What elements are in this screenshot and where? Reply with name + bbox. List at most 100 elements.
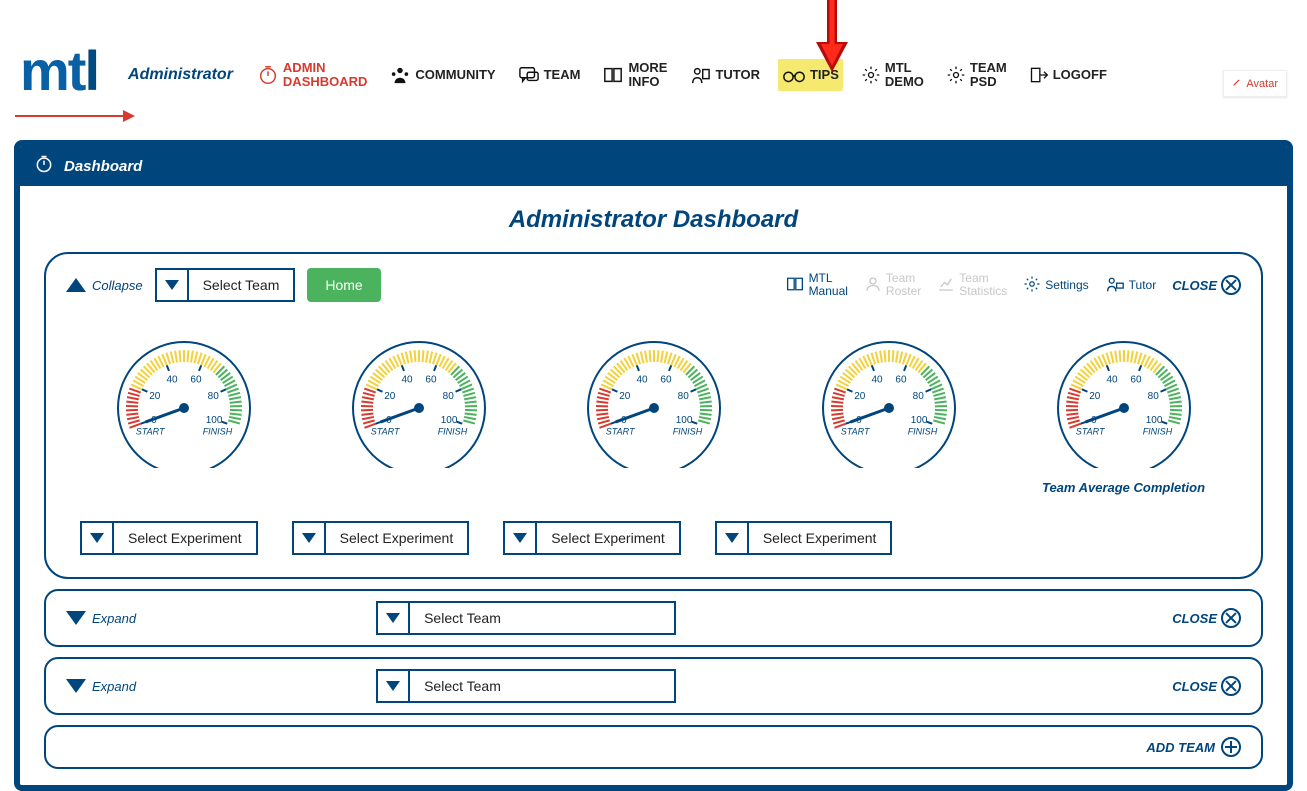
nav: ADMINDASHBOARD COMMUNITY TEAM MOREINFO T… xyxy=(253,55,1287,96)
select-experiment-dropdown[interactable]: Select Experiment xyxy=(715,521,893,555)
chevron-down-icon xyxy=(302,533,316,543)
svg-text:START: START xyxy=(370,427,400,437)
svg-text:40: 40 xyxy=(636,374,648,385)
logoff-icon xyxy=(1029,65,1049,85)
add-team-button[interactable]: ADD TEAM xyxy=(1146,737,1241,757)
svg-text:100: 100 xyxy=(1145,415,1162,426)
tool-team-statistics: TeamStatistics xyxy=(937,272,1007,297)
svg-text:60: 60 xyxy=(660,374,672,385)
select-experiment-label: Select Experiment xyxy=(114,523,256,553)
stopwatch-icon xyxy=(34,154,54,178)
page-title: Administrator Dashboard xyxy=(44,206,1263,234)
avatar-button[interactable]: Avatar xyxy=(1223,70,1287,97)
svg-text:100: 100 xyxy=(675,415,692,426)
select-team-label: Select Team xyxy=(410,603,674,633)
glasses-icon xyxy=(782,65,806,85)
svg-text:START: START xyxy=(1075,427,1105,437)
add-team-panel: ADD TEAM xyxy=(44,725,1263,769)
expand-toggle[interactable]: Expand xyxy=(66,611,136,626)
nav-admin-dashboard[interactable]: ADMINDASHBOARD xyxy=(253,55,372,96)
close-icon xyxy=(1221,275,1241,295)
gauge-caption: Team Average Completion xyxy=(1042,480,1205,495)
chevron-down-icon xyxy=(165,280,179,290)
select-team-dropdown[interactable]: Select Team xyxy=(376,669,676,703)
expand-toggle[interactable]: Expand xyxy=(66,679,136,694)
logo-arrow-icon xyxy=(15,108,135,124)
nav-community[interactable]: COMMUNITY xyxy=(385,59,499,91)
gauge: 020406080100STARTFINISH xyxy=(324,328,514,495)
stopwatch-icon xyxy=(257,64,279,86)
gauge: 020406080100STARTFINISHTeam Average Comp… xyxy=(1029,328,1219,495)
chevron-down-icon xyxy=(725,533,739,543)
gauge: 020406080100STARTFINISH xyxy=(794,328,984,495)
svg-text:60: 60 xyxy=(425,374,437,385)
nav-tutor[interactable]: TUTOR xyxy=(685,59,764,91)
select-experiment-dropdown[interactable]: Select Experiment xyxy=(503,521,681,555)
collapse-toggle[interactable]: Collapse xyxy=(66,278,143,293)
close-icon xyxy=(1221,676,1241,696)
triangle-up-icon xyxy=(66,278,86,292)
dashboard-header: Dashboard xyxy=(20,146,1287,186)
svg-text:START: START xyxy=(135,427,165,437)
gear-icon xyxy=(946,65,966,85)
chart-icon xyxy=(937,275,955,296)
book-icon xyxy=(785,275,805,296)
topbar: mtl Administrator ADMINDASHBOARD COMMUNI… xyxy=(0,0,1307,130)
svg-text:START: START xyxy=(605,427,635,437)
close-panel-button[interactable]: CLOSE xyxy=(1172,275,1241,295)
nav-more-info[interactable]: MOREINFO xyxy=(598,55,671,96)
select-team-label: Select Team xyxy=(189,270,294,300)
svg-text:60: 60 xyxy=(190,374,202,385)
chevron-down-icon xyxy=(90,533,104,543)
people-icon xyxy=(389,65,411,85)
logo: mtl xyxy=(20,38,98,103)
svg-text:60: 60 xyxy=(895,374,907,385)
close-panel-button[interactable]: CLOSE xyxy=(1172,608,1241,628)
svg-text:60: 60 xyxy=(1130,374,1142,385)
select-team-dropdown[interactable]: Select Team xyxy=(376,601,676,635)
tool-tutor[interactable]: Tutor xyxy=(1105,275,1157,296)
select-experiment-label: Select Experiment xyxy=(326,523,468,553)
book-icon xyxy=(602,65,624,85)
select-experiment-dropdown[interactable]: Select Experiment xyxy=(80,521,258,555)
role-label: Administrator xyxy=(128,66,233,84)
chevron-down-icon xyxy=(513,533,527,543)
svg-text:100: 100 xyxy=(910,415,927,426)
svg-text:20: 20 xyxy=(149,391,161,402)
svg-text:FINISH: FINISH xyxy=(907,427,937,437)
close-panel-button[interactable]: CLOSE xyxy=(1172,676,1241,696)
panel-tools: MTLManual TeamRoster TeamStatistics Sett… xyxy=(785,272,1241,297)
dashboard-header-label: Dashboard xyxy=(64,158,142,175)
gauge: 020406080100STARTFINISH xyxy=(89,328,279,495)
chevron-down-icon xyxy=(386,681,400,691)
tutor-icon xyxy=(1105,275,1125,296)
tool-mtl-manual[interactable]: MTLManual xyxy=(785,272,848,297)
dashboard-frame: Dashboard Administrator Dashboard Collap… xyxy=(14,140,1293,791)
select-experiment-label: Select Experiment xyxy=(749,523,891,553)
tool-settings[interactable]: Settings xyxy=(1023,275,1088,296)
nav-team-psd[interactable]: TEAMPSD xyxy=(942,55,1011,96)
home-button[interactable]: Home xyxy=(307,268,380,302)
plus-icon xyxy=(1221,737,1241,757)
gauges-row: 020406080100STARTFINISH020406080100START… xyxy=(66,328,1241,495)
nav-logoff[interactable]: LOGOFF xyxy=(1025,59,1111,91)
svg-text:40: 40 xyxy=(166,374,178,385)
svg-text:20: 20 xyxy=(1089,391,1101,402)
svg-text:80: 80 xyxy=(442,391,454,402)
nav-tips[interactable]: TIPS xyxy=(778,59,843,91)
tool-team-roster: TeamRoster xyxy=(864,272,921,297)
svg-text:40: 40 xyxy=(401,374,413,385)
nav-team[interactable]: TEAM xyxy=(514,59,585,91)
nav-mtl-demo[interactable]: MTLDEMO xyxy=(857,55,928,96)
svg-text:80: 80 xyxy=(912,391,924,402)
svg-text:START: START xyxy=(840,427,870,437)
svg-text:20: 20 xyxy=(619,391,631,402)
svg-text:FINISH: FINISH xyxy=(672,427,702,437)
team-panel-expanded: Collapse Select Team Home MTLManual Team… xyxy=(44,252,1263,579)
svg-text:20: 20 xyxy=(854,391,866,402)
select-experiment-label: Select Experiment xyxy=(537,523,679,553)
select-experiment-dropdown[interactable]: Select Experiment xyxy=(292,521,470,555)
select-team-dropdown[interactable]: Select Team xyxy=(155,268,296,302)
pencil-icon xyxy=(1232,77,1242,90)
svg-text:FINISH: FINISH xyxy=(437,427,467,437)
